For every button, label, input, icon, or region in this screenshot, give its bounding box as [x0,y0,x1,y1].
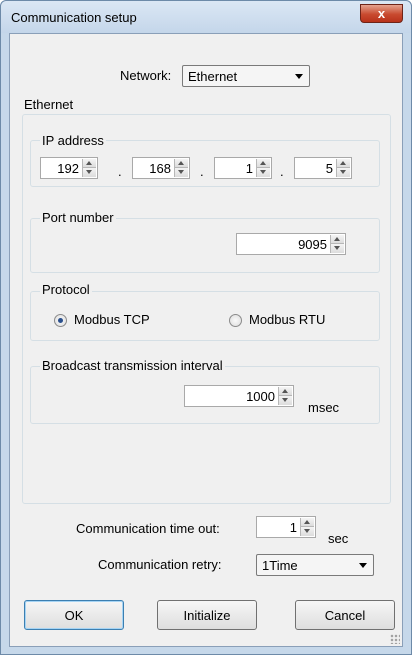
dialog-body: Network: Ethernet Ethernet IP address 19… [9,33,403,647]
modbus-tcp-radio[interactable] [54,314,67,327]
ip-octet-1[interactable]: 192 [40,157,98,179]
ip-octet-3[interactable]: 1 [214,157,272,179]
broadcast-interval-input[interactable]: 1000 [184,385,294,407]
spin-down-icon[interactable] [257,168,270,177]
initialize-button-label: Initialize [183,607,231,623]
communication-setup-dialog: Communication setup x Network: Ethernet … [0,0,412,655]
broadcast-unit: msec [308,400,340,415]
title-bar[interactable]: Communication setup x [1,1,411,33]
protocol-label: Protocol [40,282,92,297]
ip-separator: . [200,164,204,179]
window-title: Communication setup [11,10,137,25]
close-button[interactable]: x [360,4,403,23]
port-number-value: 9095 [298,237,327,252]
ip-address-label: IP address [40,133,106,148]
ip-octet-2-value: 168 [149,161,171,176]
spin-up-icon[interactable] [337,159,350,168]
modbus-rtu-label[interactable]: Modbus RTU [249,312,325,327]
ip-separator: . [280,164,284,179]
cancel-button[interactable]: Cancel [295,600,395,630]
initialize-button[interactable]: Initialize [157,600,257,630]
network-value: Ethernet [188,69,238,84]
spin-up-icon[interactable] [279,387,292,396]
ok-button-label: OK [64,607,84,623]
spin-down-icon[interactable] [83,168,96,177]
chevron-down-icon [359,563,367,568]
ok-button[interactable]: OK [24,600,124,630]
modbus-tcp-label[interactable]: Modbus TCP [74,312,150,327]
ethernet-group-label: Ethernet [24,97,74,112]
spin-down-icon[interactable] [331,244,344,253]
close-icon: x [377,6,386,21]
network-dropdown[interactable]: Ethernet [182,65,310,87]
spin-down-icon[interactable] [301,527,314,536]
port-number-label: Port number [40,210,116,225]
ip-octet-4[interactable]: 5 [294,157,352,179]
broadcast-interval-value: 1000 [246,389,275,404]
spin-down-icon[interactable] [337,168,350,177]
modbus-rtu-radio[interactable] [229,314,242,327]
spin-down-icon[interactable] [175,168,188,177]
chevron-down-icon [295,74,303,79]
ip-octet-2[interactable]: 168 [132,157,190,179]
spin-up-icon[interactable] [331,235,344,244]
network-label: Network: [120,68,172,83]
spin-up-icon[interactable] [257,159,270,168]
resize-grip-icon[interactable] [390,634,400,644]
retry-label: Communication retry: [98,557,222,572]
ip-octet-3-value: 1 [245,161,253,176]
ip-octet-1-value: 192 [57,161,79,176]
ip-octet-4-value: 5 [325,161,333,176]
spin-down-icon[interactable] [279,396,292,405]
timeout-value: 1 [289,520,297,535]
ip-separator: . [118,164,122,179]
spin-up-icon[interactable] [301,518,314,527]
timeout-unit: sec [328,531,349,546]
cancel-button-label: Cancel [324,607,366,623]
retry-dropdown[interactable]: 1Time [256,554,374,576]
spin-up-icon[interactable] [175,159,188,168]
broadcast-label: Broadcast transmission interval [40,358,225,373]
timeout-input[interactable]: 1 [256,516,316,538]
port-number-input[interactable]: 9095 [236,233,346,255]
retry-value: 1Time [262,558,298,573]
spin-up-icon[interactable] [83,159,96,168]
timeout-label: Communication time out: [76,521,220,536]
